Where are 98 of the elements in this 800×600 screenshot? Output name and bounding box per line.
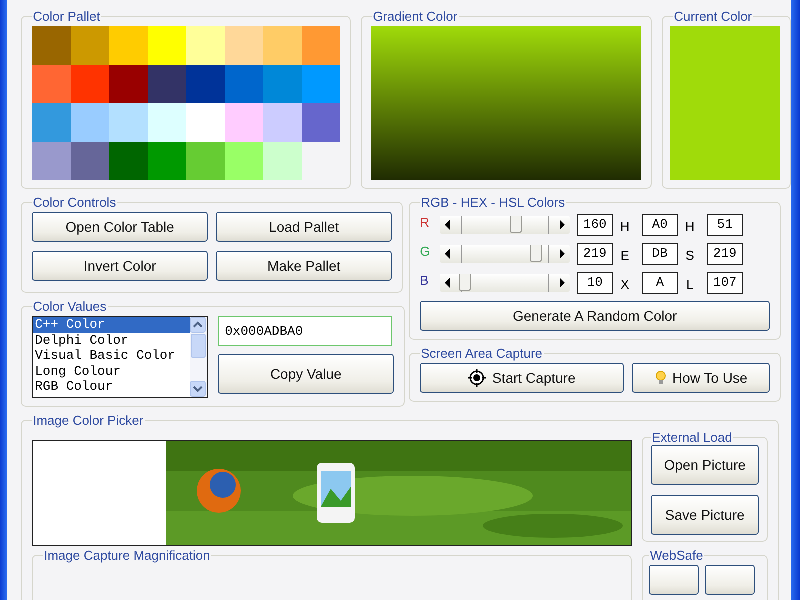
color-swatch[interactable]	[70, 26, 110, 64]
list-item[interactable]: RGB Colour	[33, 379, 190, 395]
color-swatch[interactable]	[263, 64, 302, 103]
color-swatch[interactable]	[148, 142, 186, 180]
hex-label: H	[619, 219, 631, 234]
color-swatch[interactable]	[263, 142, 302, 180]
list-item[interactable]: Visual Basic Color	[33, 348, 190, 364]
group-label: RGB - HEX - HSL Colors	[420, 195, 566, 210]
color-swatch[interactable]	[109, 103, 148, 142]
slider[interactable]	[440, 244, 570, 262]
value-box: 51	[707, 214, 744, 236]
group-label: Color Values	[32, 299, 108, 314]
button[interactable]: Make Pallet	[216, 251, 392, 281]
color-swatch[interactable]	[186, 103, 225, 142]
arrow-left-icon	[445, 248, 450, 258]
color-swatch[interactable]	[302, 103, 340, 142]
group-label: Image Capture Magnification	[43, 548, 212, 563]
color-grid[interactable]	[32, 26, 340, 180]
group-label: Screen Area Capture	[420, 346, 544, 361]
slider-thumb[interactable]	[510, 216, 522, 232]
lightbulb-icon	[654, 370, 666, 386]
list-item[interactable]: Delphi Color	[33, 332, 190, 348]
list-item[interactable]: Long Colour	[33, 364, 190, 380]
button[interactable]: How To Use	[632, 363, 770, 393]
color-swatch[interactable]	[109, 64, 148, 103]
channel-label: R	[420, 215, 430, 230]
button[interactable]: Open Picture	[651, 445, 760, 485]
scrollbar[interactable]	[190, 317, 208, 397]
arrow-right-icon	[560, 220, 566, 230]
color-swatch[interactable]	[263, 26, 302, 64]
color-swatch[interactable]	[70, 142, 110, 180]
group-label: Current Color	[673, 9, 754, 24]
color-swatch[interactable]	[224, 142, 264, 180]
color-swatch[interactable]	[70, 64, 110, 103]
scroll-up-icon	[190, 317, 206, 333]
value-box: A0	[642, 214, 678, 236]
button[interactable]: Generate A Random Color	[420, 301, 770, 331]
hsl-label: L	[685, 277, 695, 292]
channel-label: B	[420, 273, 430, 288]
group-label: Color Pallet	[32, 9, 102, 24]
value-box: A	[642, 272, 678, 294]
button[interactable]	[705, 565, 756, 595]
hex-label: E	[620, 248, 630, 263]
color-swatch[interactable]	[302, 64, 340, 103]
scroll-down-icon	[190, 381, 206, 397]
group-label: Color Controls	[32, 195, 118, 210]
channel-label: G	[420, 244, 432, 259]
value-box: DB	[642, 242, 678, 264]
list-item[interactable]: C++ Color	[33, 317, 190, 333]
button[interactable]: Copy Value	[218, 354, 394, 394]
group-label: Gradient Color	[372, 9, 459, 24]
color-swatch[interactable]	[32, 26, 71, 64]
color-swatch[interactable]	[32, 64, 71, 103]
color-swatch[interactable]	[32, 103, 71, 142]
slider-thumb[interactable]	[459, 274, 472, 290]
color-swatch[interactable]	[224, 103, 264, 142]
arrow-right-icon	[560, 278, 566, 288]
value-box: 10	[577, 272, 614, 294]
button[interactable]	[649, 565, 700, 595]
hsl-label: S	[684, 248, 696, 263]
color-swatch[interactable]	[148, 26, 186, 64]
arrow-left-icon	[445, 278, 450, 288]
slider[interactable]	[440, 216, 570, 234]
button[interactable]: Open Color Table	[32, 212, 208, 242]
button[interactable]: Save Picture	[651, 495, 760, 535]
button[interactable]: Invert Color	[32, 251, 208, 281]
color-swatch[interactable]	[148, 64, 186, 103]
target-icon	[468, 369, 486, 387]
value-box: 160	[577, 214, 614, 236]
button[interactable]: Start Capture	[420, 363, 624, 393]
color-swatch[interactable]	[109, 26, 148, 64]
color-swatch[interactable]	[186, 26, 225, 64]
color-swatch[interactable]	[32, 142, 71, 180]
slider-thumb[interactable]	[530, 244, 542, 262]
group-label: Image Color Picker	[32, 413, 145, 428]
color-swatch[interactable]	[186, 64, 225, 103]
slider[interactable]	[440, 274, 570, 292]
color-swatch[interactable]	[70, 103, 110, 142]
value-box: 219	[577, 242, 614, 264]
color-swatch[interactable]	[186, 142, 225, 180]
color-swatch[interactable]	[263, 103, 302, 142]
format-list[interactable]: C++ Color Delphi Color Visual Basic Color Long Colour RGB Colour	[32, 316, 208, 398]
color-swatch[interactable]	[109, 142, 148, 180]
arrow-right-icon	[560, 248, 566, 258]
arrow-left-icon	[445, 220, 450, 230]
hsl-label: H	[684, 219, 696, 234]
color-swatch[interactable]	[148, 103, 186, 142]
color-swatch[interactable]	[224, 64, 264, 103]
color-swatch[interactable]	[302, 26, 340, 64]
scroll-thumb[interactable]	[191, 334, 206, 358]
value-box: 107	[707, 272, 744, 294]
hex-label: X	[620, 277, 630, 292]
color-swatch[interactable]	[224, 26, 264, 64]
group-label: WebSafe	[649, 548, 704, 563]
group-label: External Load	[651, 430, 734, 445]
value-field[interactable]: 0x000ADBA0	[218, 316, 392, 346]
value-box: 219	[707, 242, 744, 264]
button[interactable]: Load Pallet	[216, 212, 392, 242]
